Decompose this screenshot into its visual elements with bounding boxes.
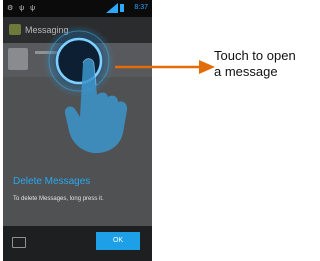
battery-icon bbox=[120, 4, 124, 12]
callout-line-2: a message bbox=[214, 64, 278, 79]
messaging-app-icon bbox=[9, 24, 21, 35]
callout-caption: Touch to open a message bbox=[214, 48, 314, 80]
message-icon bbox=[12, 237, 26, 248]
tutorial-body: To delete Messages, long press it. bbox=[13, 196, 104, 202]
signal-icon bbox=[106, 3, 118, 13]
status-time: 8:37 bbox=[134, 4, 148, 11]
bottom-bar: OK bbox=[3, 226, 152, 261]
phone-screen: ⚙ ψ ψ 8:37 Messaging Delete Messages To … bbox=[3, 0, 152, 261]
callout-line-1: Touch to open bbox=[214, 48, 296, 63]
status-bar: ⚙ ψ ψ 8:37 bbox=[3, 0, 152, 17]
avatar bbox=[8, 48, 28, 70]
tutorial-title: Delete Messages bbox=[13, 176, 91, 187]
notification-icons: ⚙ ψ ψ bbox=[7, 5, 38, 12]
ok-button[interactable]: OK bbox=[96, 232, 140, 250]
callout-arrow bbox=[115, 60, 215, 74]
